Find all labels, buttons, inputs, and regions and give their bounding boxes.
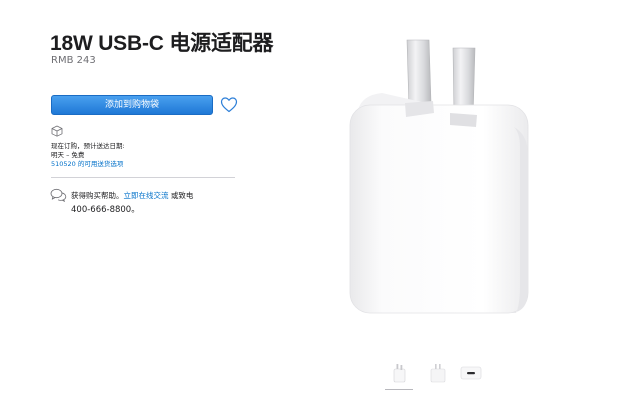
help-prefix: 获得购买帮助。 — [71, 191, 124, 200]
heart-icon[interactable] — [220, 96, 238, 113]
help-line: 获得购买帮助。立即在线交流 或致电 — [71, 190, 193, 201]
add-to-bag-button[interactable]: 添加到购物袋 — [51, 95, 213, 115]
chat-now-link[interactable]: 立即在线交流 — [124, 191, 169, 200]
box-icon — [51, 125, 63, 137]
thumbnail-bottom[interactable] — [458, 360, 484, 386]
chat-bubble-icon — [50, 188, 67, 202]
thumbnail-side[interactable] — [425, 360, 451, 386]
thumbnail-selected-indicator — [385, 389, 413, 390]
product-price: RMB 243 — [51, 55, 96, 66]
product-title: 18W USB-C 电源适配器 — [50, 32, 274, 55]
thumbnail-front[interactable] — [386, 360, 412, 386]
help-suffix: 或致电 — [168, 191, 194, 200]
delivery-options-link[interactable]: 510520 的可用送货选项 — [51, 158, 123, 168]
help-phone: 400-666-8800。 — [71, 205, 140, 215]
product-image — [349, 39, 529, 314]
divider — [51, 177, 235, 178]
